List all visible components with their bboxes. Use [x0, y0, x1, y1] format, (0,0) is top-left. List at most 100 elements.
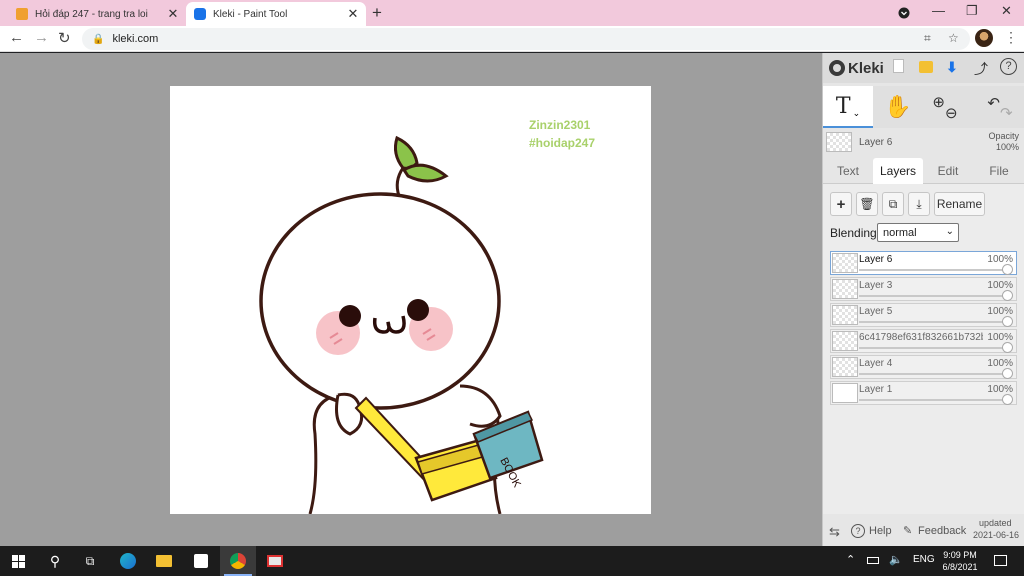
- opacity-value: 100%: [995, 142, 1019, 152]
- blending-select[interactable]: normal ⌄: [877, 223, 959, 242]
- bookmark-star-icon[interactable]: ☆: [948, 31, 959, 45]
- layer-opacity-knob[interactable]: [1002, 290, 1013, 301]
- download-icon[interactable]: ⬇: [946, 59, 958, 76]
- hand-tool-button[interactable]: ✋: [878, 86, 918, 128]
- share-icon[interactable]: ⤴: [974, 59, 988, 79]
- layer-opacity-knob[interactable]: [1002, 316, 1013, 327]
- close-window-icon[interactable]: ✕: [1001, 3, 1012, 19]
- help-link[interactable]: Help: [869, 525, 892, 537]
- help-icon[interactable]: ?: [1000, 58, 1017, 75]
- rename-button[interactable]: Rename: [934, 192, 985, 216]
- layer-opacity-knob[interactable]: [1002, 264, 1013, 275]
- swap-side-icon[interactable]: ⇆: [829, 524, 840, 540]
- layer-name: Layer 3: [859, 280, 893, 291]
- search-icon: ⚲: [49, 552, 61, 569]
- layer-opacity-slider[interactable]: [859, 269, 1009, 271]
- open-folder-icon[interactable]: [919, 61, 933, 73]
- new-tab-button[interactable]: +: [372, 3, 382, 23]
- reload-icon[interactable]: ↻: [58, 29, 71, 47]
- layers-panel: + 🗑 ⧉ ⤓ Rename Blending normal ⌄ Layer 6…: [823, 184, 1024, 514]
- layer-row[interactable]: Layer 3 100%: [830, 277, 1017, 301]
- delete-layer-button[interactable]: 🗑: [856, 192, 878, 216]
- tab-search-icon[interactable]: [898, 7, 910, 19]
- edge-button[interactable]: [110, 546, 146, 576]
- layer-opacity-slider[interactable]: [859, 373, 1009, 375]
- show-hidden-icons[interactable]: ⌃: [846, 553, 855, 566]
- volume-icon[interactable]: 🔈: [889, 553, 903, 566]
- clock-date: 6/8/2021: [942, 562, 978, 572]
- layer-row[interactable]: Layer 6 100%: [830, 251, 1017, 275]
- duplicate-layer-button[interactable]: ⧉: [882, 192, 904, 216]
- zoom-buttons[interactable]: ⊕ ⊖: [925, 86, 965, 128]
- layer-opacity-slider[interactable]: [859, 399, 1009, 401]
- tab-close-icon[interactable]: ✕: [344, 6, 362, 22]
- layer-opacity-slider[interactable]: [859, 347, 1009, 349]
- merge-down-button[interactable]: ⤓: [908, 192, 930, 216]
- chevron-down-icon: ⌄: [852, 107, 861, 118]
- layer-opacity-slider[interactable]: [859, 295, 1009, 297]
- windows-logo-icon: [11, 554, 25, 568]
- minimize-icon[interactable]: —: [932, 3, 945, 18]
- redo-icon[interactable]: ↷: [1000, 104, 1013, 122]
- tab-kleki[interactable]: Kleki - Paint Tool ✕: [186, 2, 366, 26]
- battery-icon[interactable]: [867, 557, 879, 564]
- tab-text[interactable]: Text: [823, 158, 873, 184]
- search-button[interactable]: ⚲: [37, 546, 73, 576]
- profile-avatar[interactable]: [975, 29, 993, 47]
- edge-icon: [120, 553, 136, 569]
- forward-icon[interactable]: →: [34, 29, 49, 46]
- store-button[interactable]: [183, 546, 219, 576]
- zoom-in-icon[interactable]: ⊕: [932, 93, 945, 111]
- feedback-icon: ✎: [903, 525, 913, 537]
- tab-edit[interactable]: Edit: [923, 158, 973, 184]
- tab-layers[interactable]: Layers: [873, 158, 923, 184]
- translate-icon[interactable]: ⌗: [924, 31, 931, 46]
- tab-close-icon[interactable]: ✕: [164, 6, 182, 22]
- canvas-workspace[interactable]: BOOK Zinzin2301 #hoidap247: [0, 53, 822, 546]
- layer-opacity-slider[interactable]: [859, 321, 1009, 323]
- chevron-down-icon: ⌄: [945, 226, 954, 237]
- url-field[interactable]: 🔒 kleki.com: [82, 28, 970, 50]
- layer-row[interactable]: Layer 5 100%: [830, 303, 1017, 327]
- clock-time: 9:09 PM: [943, 550, 977, 560]
- layer-name: 6c41798ef631f832661b732b5: [859, 332, 983, 343]
- current-layer-info: Layer 6 Opacity 100%: [823, 130, 1024, 158]
- feedback-link[interactable]: Feedback: [918, 525, 966, 537]
- layer-opacity-knob[interactable]: [1002, 342, 1013, 353]
- task-view-button[interactable]: ⧉: [72, 546, 108, 576]
- opacity-label: Opacity: [988, 131, 1019, 141]
- undo-icon[interactable]: ↶: [987, 94, 1000, 112]
- layer-thumbnail: [832, 305, 858, 325]
- layer-opacity-knob[interactable]: [1002, 394, 1013, 405]
- add-layer-button[interactable]: +: [830, 192, 852, 216]
- snip-app-button[interactable]: [257, 546, 293, 576]
- notifications-icon[interactable]: [994, 555, 1007, 566]
- new-image-icon[interactable]: [893, 59, 904, 73]
- layer-row[interactable]: 6c41798ef631f832661b732b5 100%: [830, 329, 1017, 353]
- hoidap-favicon-icon: [16, 8, 28, 20]
- text-tool-button[interactable]: T ⌄: [823, 86, 873, 128]
- layer-name: Layer 1: [859, 384, 893, 395]
- input-language[interactable]: ENG: [913, 554, 935, 565]
- file-explorer-button[interactable]: [146, 546, 182, 576]
- tab-file[interactable]: File: [973, 158, 1024, 184]
- layer-row[interactable]: Layer 4 100%: [830, 355, 1017, 379]
- back-icon[interactable]: ←: [9, 29, 24, 46]
- start-button[interactable]: [0, 546, 36, 576]
- layer-opacity-knob[interactable]: [1002, 368, 1013, 379]
- maximize-icon[interactable]: ❐: [966, 3, 978, 19]
- layer-row[interactable]: Layer 1 100%: [830, 381, 1017, 405]
- task-view-icon: ⧉: [85, 553, 95, 568]
- panel-header: Kleki ⬇ ⤴ ?: [823, 53, 1024, 83]
- clock[interactable]: 9:09 PM 6/8/2021: [934, 549, 986, 573]
- tab-hoidap[interactable]: Hỏi đáp 247 - trang tra loi ✕: [8, 2, 186, 26]
- undo-redo-buttons[interactable]: ↶ ↷: [979, 86, 1021, 128]
- address-bar: ← → ↻ 🔒 kleki.com ⌗ ☆ ⋮: [0, 26, 1024, 52]
- windows-taskbar: ⚲ ⧉ ⌃ 🔈 ENG 9:09 PM 6/8/2021: [0, 546, 1024, 576]
- kleki-favicon-icon: [194, 8, 206, 20]
- zoom-out-icon[interactable]: ⊖: [945, 104, 958, 122]
- chrome-button[interactable]: [220, 546, 256, 576]
- merge-down-icon: ⤓: [916, 196, 922, 211]
- drawing-canvas[interactable]: BOOK Zinzin2301 #hoidap247: [170, 86, 651, 514]
- more-menu-icon[interactable]: ⋮: [1004, 29, 1018, 46]
